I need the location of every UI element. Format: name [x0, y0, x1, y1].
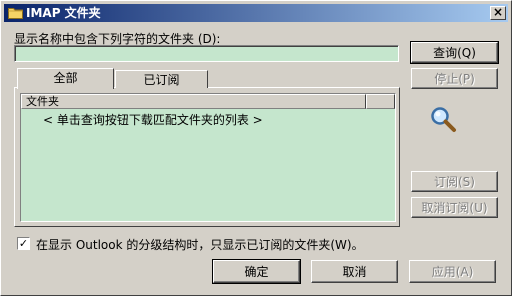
column-header-extra[interactable] — [366, 94, 395, 109]
title-bar: IMAP 文件夹 × — [4, 4, 508, 22]
folder-filter-input[interactable] — [14, 45, 399, 62]
folder-icon — [8, 8, 23, 19]
tab-subscribed[interactable]: 已订阅 — [115, 70, 208, 88]
folder-list[interactable]: 文件夹 < 单击查询按钮下载匹配文件夹的列表 > — [20, 93, 396, 222]
ok-button[interactable]: 确定 — [212, 259, 301, 284]
show-subscribed-only-label: 在显示 Outlook 的分级结构时，只显示已订阅的文件夹(W)。 — [36, 238, 364, 252]
apply-button[interactable]: 应用(A) — [409, 260, 496, 283]
cancel-button[interactable]: 取消 — [311, 260, 398, 283]
subscribe-button[interactable]: 订阅(S) — [411, 171, 498, 192]
folder-list-message: < 单击查询按钮下载匹配文件夹的列表 > — [43, 113, 263, 127]
stop-button[interactable]: 停止(P) — [411, 68, 498, 89]
tab-all[interactable]: 全部 — [17, 68, 114, 89]
query-button[interactable]: 查询(Q) — [410, 41, 499, 64]
magnifier-icon — [431, 107, 456, 132]
column-header-folder[interactable]: 文件夹 — [21, 94, 366, 109]
imap-folders-dialog: IMAP 文件夹 × 显示名称中包含下列字符的文件夹 (D): 查询(Q) 停止… — [0, 0, 512, 296]
window-title: IMAP 文件夹 — [26, 6, 101, 20]
close-button[interactable]: × — [490, 6, 506, 20]
show-subscribed-only-checkbox[interactable]: ✓ — [17, 237, 30, 250]
unsubscribe-button[interactable]: 取消订阅(U) — [411, 197, 498, 218]
